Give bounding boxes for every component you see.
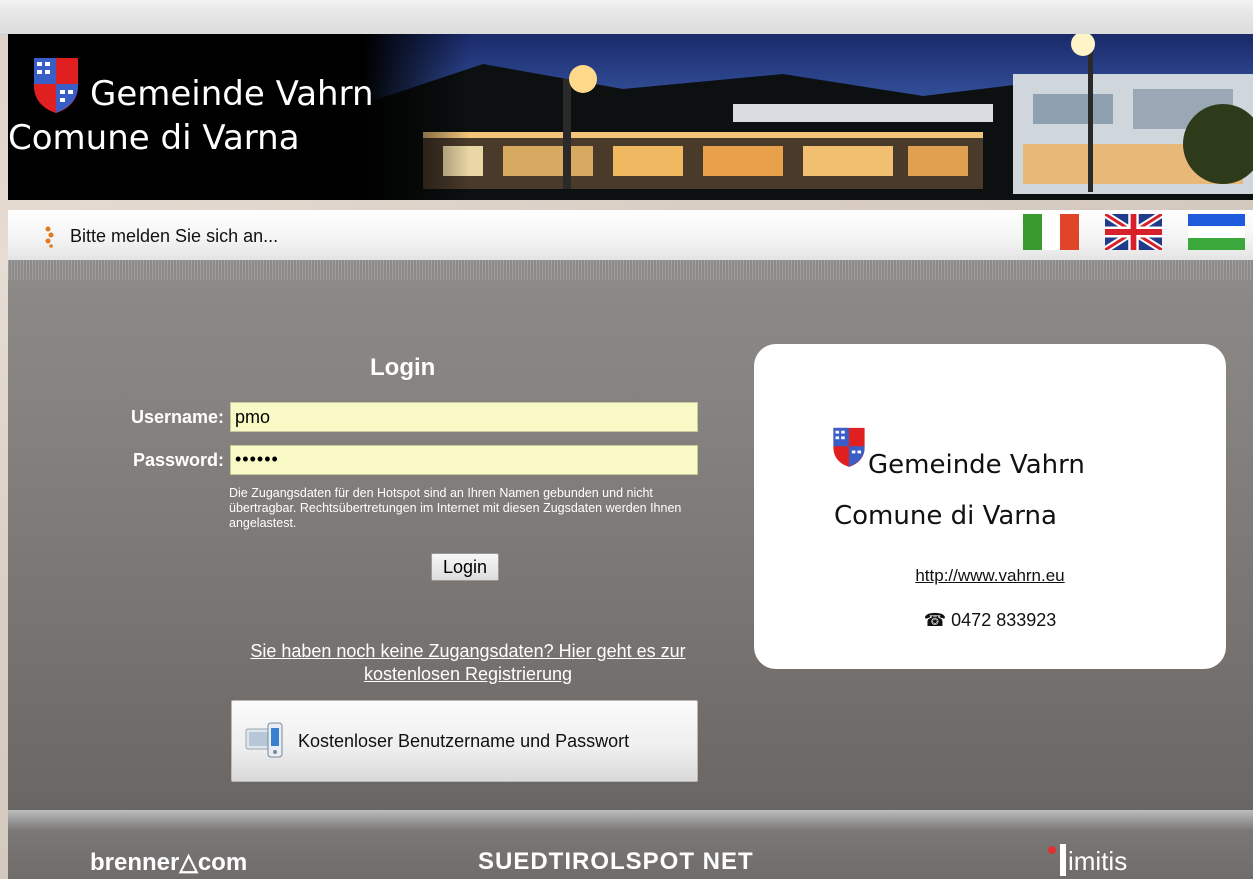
contact-card: Gemeinde Vahrn Comune di Varna http://ww… <box>754 344 1226 669</box>
bullet-icon <box>45 226 54 248</box>
mobile-device-icon <box>245 722 283 758</box>
password-input[interactable]: •••••• <box>230 445 698 475</box>
card-name-it: Comune di Varna <box>834 501 1057 531</box>
coat-of-arms-icon <box>34 58 78 113</box>
partner-footer: brenner△com SUEDTIROLSPOT NET imitis <box>8 810 1253 879</box>
local-language-flag-icon[interactable] <box>1188 214 1245 250</box>
phone-number: ☎ 0472 833923 <box>923 610 1057 630</box>
suedtirolspot-logo: SUEDTIROLSPOT NET <box>478 848 754 875</box>
town-hall-photo <box>363 34 1253 200</box>
card-name-de: Gemeinde Vahrn <box>868 450 1085 480</box>
free-credentials-button[interactable]: Kostenloser Benutzername und Passwort <box>231 700 698 782</box>
hotspot-terms-hint: Die Zugangsdaten für den Hotspot sind an… <box>229 486 682 530</box>
limitis-dot-icon <box>1048 846 1056 854</box>
username-input[interactable] <box>230 402 698 432</box>
header-title-it: Comune di Varna <box>8 118 300 158</box>
limitis-logo: imitis <box>1068 846 1128 876</box>
password-label: Password: <box>132 450 224 470</box>
header-banner: Gemeinde Vahrn Comune di Varna <box>8 34 1253 200</box>
login-button[interactable]: Login <box>431 553 499 581</box>
login-content-area: Login Username: Password: •••••• Die Zug… <box>8 260 1253 810</box>
limitis-bar-icon <box>1060 844 1066 876</box>
coat-of-arms-icon <box>833 427 865 467</box>
uk-flag-icon[interactable] <box>1105 214 1162 250</box>
browser-top-bar <box>0 0 1253 35</box>
portal-frame: Gemeinde Vahrn Comune di Varna Bitte mel… <box>8 34 1253 879</box>
free-credentials-label: Kostenloser Benutzername und Passwort <box>298 731 630 751</box>
website-link[interactable]: http://www.vahrn.eu <box>754 566 1226 586</box>
login-title: Login <box>370 354 436 381</box>
italian-flag-icon[interactable] <box>1023 214 1080 250</box>
status-message: Bitte melden Sie sich an... <box>70 226 279 246</box>
registration-link[interactable]: Sie haben noch keine Zugangsdaten? Hier … <box>218 640 718 686</box>
username-label: Username: <box>130 407 224 427</box>
brenner-com-logo: brenner△com <box>90 849 248 876</box>
header-title-de: Gemeinde Vahrn <box>90 74 374 114</box>
dotted-divider <box>8 260 1253 280</box>
